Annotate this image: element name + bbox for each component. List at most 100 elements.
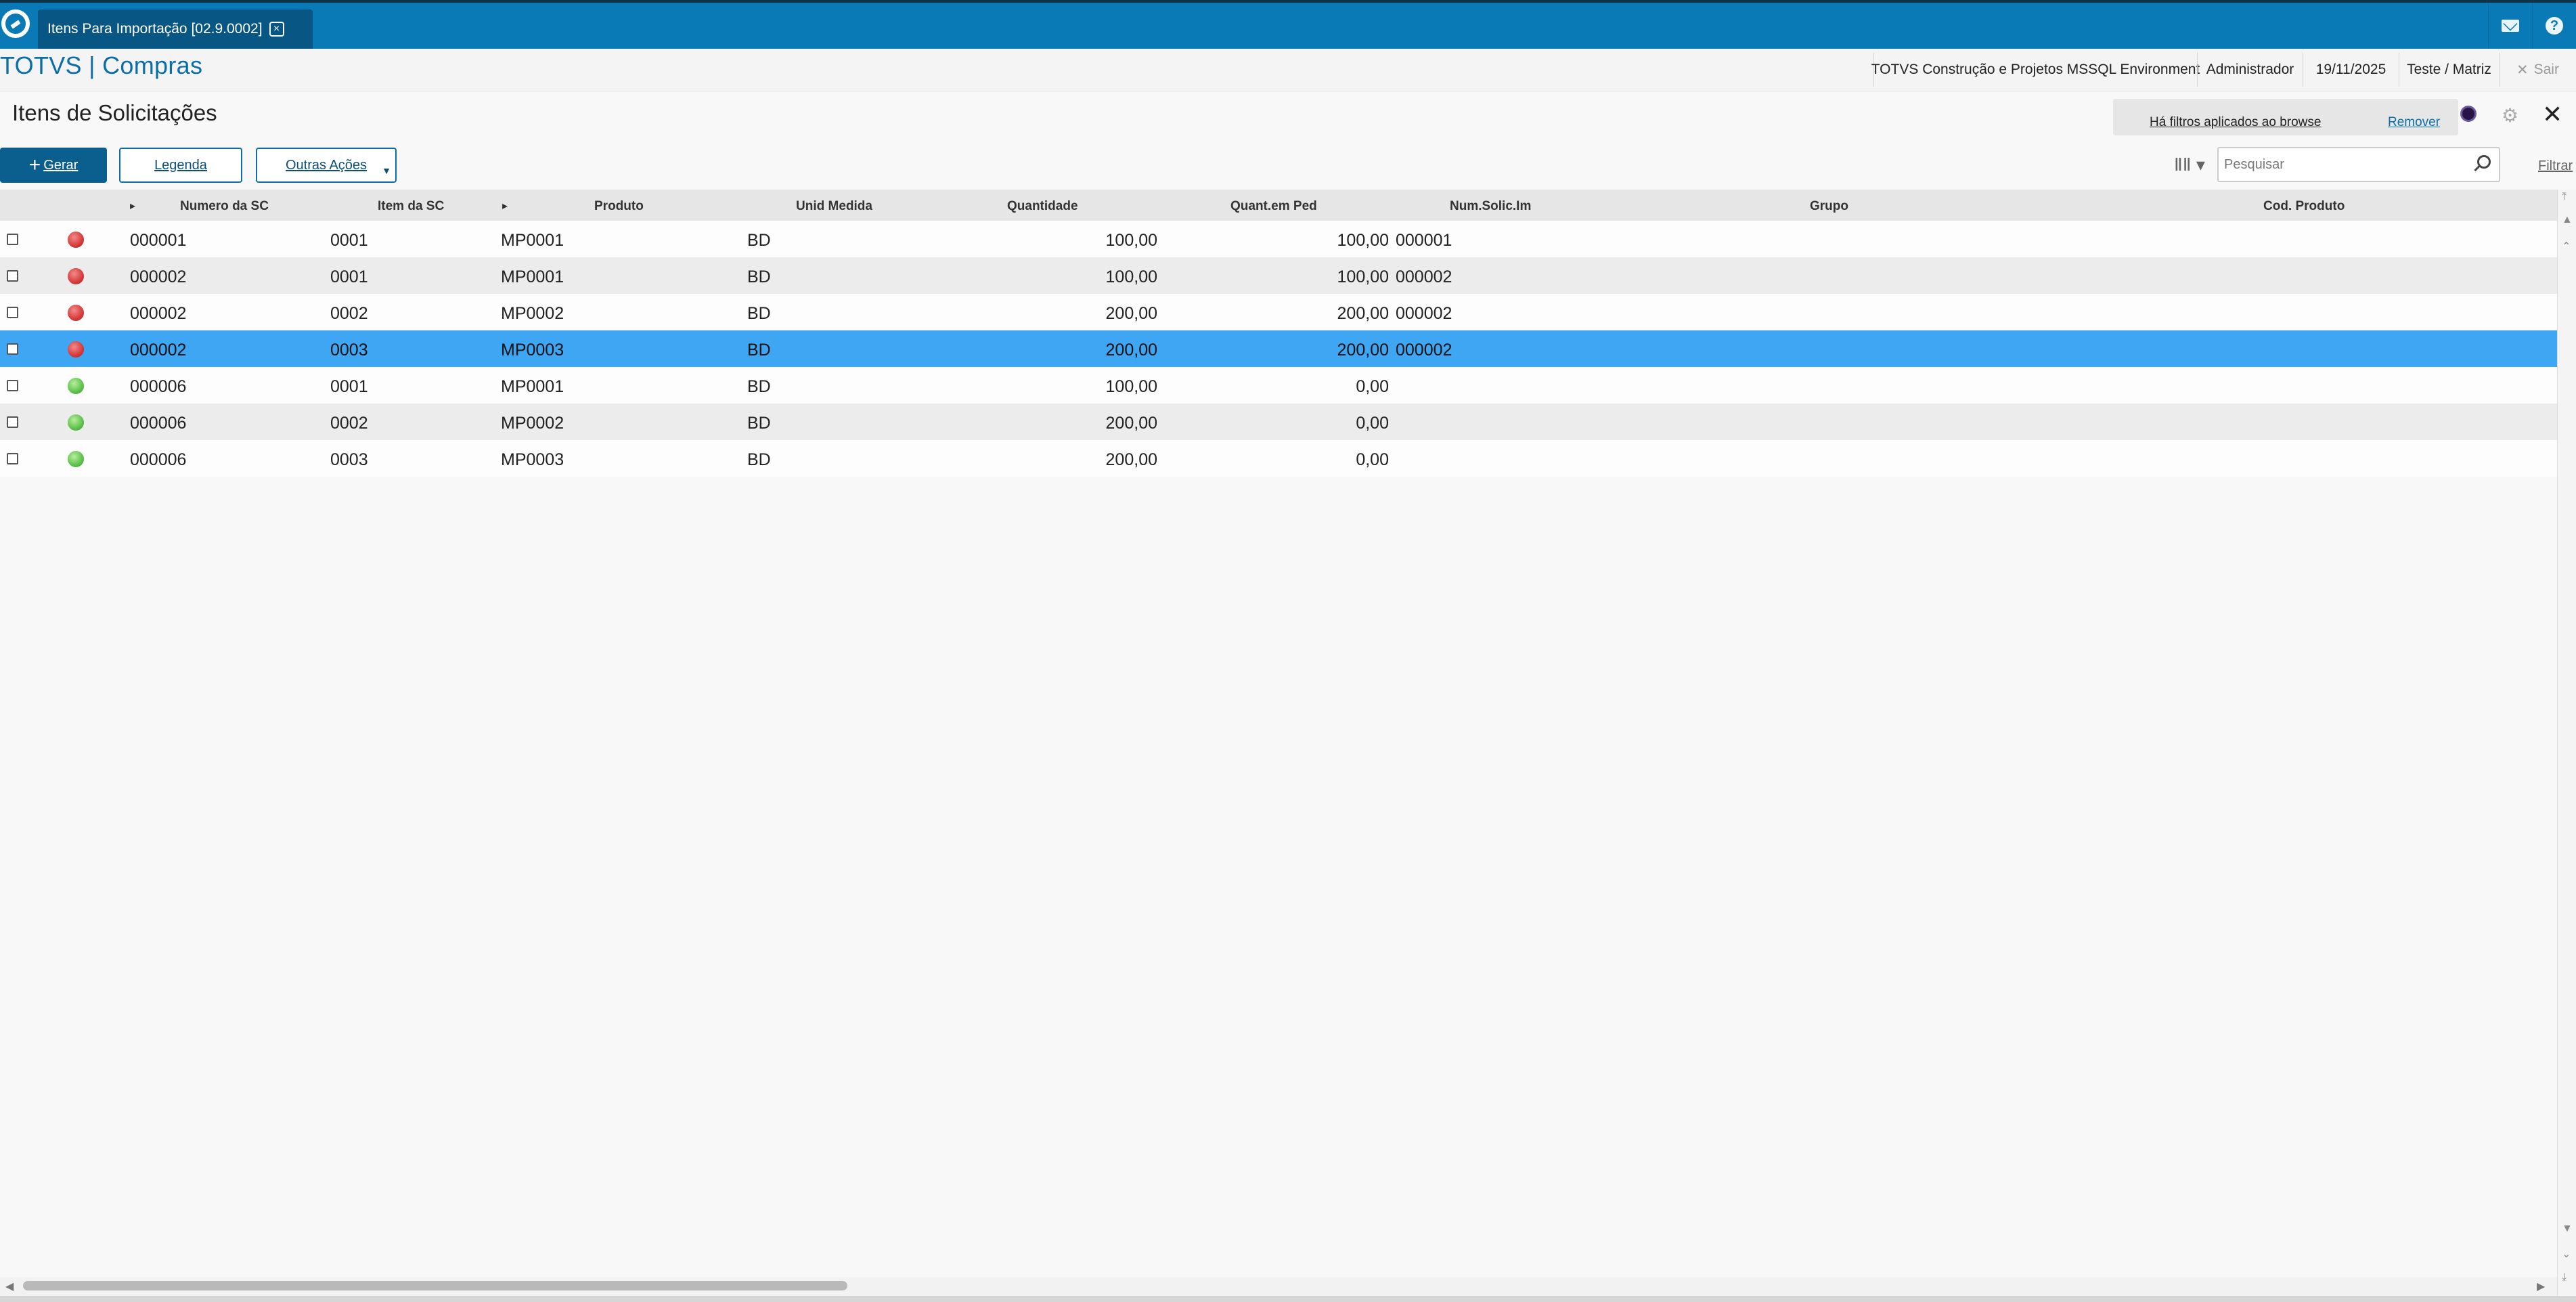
close-icon: ✕	[2516, 62, 2529, 78]
remove-filter-link[interactable]: Remover	[2388, 115, 2440, 130]
cell-quantidade: 100,00	[1105, 231, 1157, 250]
row-checkbox[interactable]	[7, 380, 18, 391]
col-produto[interactable]: Produto	[594, 199, 644, 214]
date-label[interactable]: 19/11/2025	[2303, 53, 2399, 87]
cell-produto: MP0003	[501, 341, 564, 360]
table-row[interactable]: 000001 0001 MP0001 BD 100,00 100,00 0000…	[0, 221, 2557, 257]
row-checkbox[interactable]	[7, 453, 18, 464]
scroll-down-icon[interactable]: ▼	[2562, 1223, 2573, 1235]
environment-label[interactable]: TOTVS Construção e Projetos MSSQL Enviro…	[1871, 53, 2200, 87]
cell-quant-ped: 100,00	[1337, 231, 1389, 250]
cell-quant-ped: 0,00	[1356, 377, 1389, 396]
table-row[interactable]: 000006 0001 MP0001 BD 100,00 0,00	[0, 367, 2557, 404]
table-row[interactable]: 000006 0003 MP0003 BD 200,00 0,00	[0, 440, 2557, 477]
cell-numero: 000002	[130, 341, 187, 360]
row-checkbox[interactable]	[7, 343, 18, 355]
gerar-button[interactable]: + Gerar	[0, 148, 107, 183]
envelope-icon	[2502, 20, 2519, 32]
mail-button[interactable]	[2488, 3, 2532, 49]
cell-num-solic: 000002	[1396, 267, 1452, 286]
help-icon: ?	[2546, 17, 2563, 35]
gear-icon[interactable]: ⚙	[2502, 104, 2518, 127]
table-row[interactable]: 000002 0001 MP0001 BD 100,00 100,00 0000…	[0, 257, 2557, 294]
table-row[interactable]: 000006 0002 MP0002 BD 200,00 0,00	[0, 404, 2557, 440]
legenda-label: Legenda	[154, 157, 207, 173]
cell-unid: BD	[747, 231, 771, 250]
gerar-label: Gerar	[43, 157, 79, 173]
col-cod-produto[interactable]: Cod. Produto	[2263, 199, 2345, 214]
exit-button[interactable]: ✕ Sair	[2499, 53, 2576, 87]
scroll-left-icon[interactable]: ◀	[5, 1280, 14, 1293]
cell-quantidade: 100,00	[1105, 377, 1157, 396]
row-checkbox[interactable]	[7, 270, 18, 282]
cell-quant-ped: 0,00	[1356, 450, 1389, 469]
status-green-icon	[68, 451, 84, 467]
search-icon[interactable]	[2477, 155, 2491, 169]
search-input[interactable]	[2223, 156, 2469, 173]
cell-item: 0003	[330, 341, 368, 360]
cell-numero: 000006	[130, 450, 187, 469]
legenda-button[interactable]: Legenda	[119, 148, 242, 183]
page-title: Itens de Solicitações	[12, 100, 217, 125]
scroll-page-up-icon[interactable]: ⌃	[2562, 240, 2571, 253]
close-icon[interactable]: ×	[269, 22, 284, 37]
cell-produto: MP0002	[501, 304, 564, 323]
branch-label[interactable]: Teste / Matriz	[2399, 53, 2499, 87]
close-page-button[interactable]: ✕	[2542, 100, 2562, 129]
horizontal-scroll-thumb[interactable]	[23, 1281, 847, 1290]
col-unid-medida[interactable]: Unid Medida	[796, 199, 872, 214]
cell-item: 0003	[330, 450, 368, 469]
row-checkbox[interactable]	[7, 234, 18, 245]
cell-numero: 000006	[130, 414, 187, 433]
plus-icon: +	[28, 154, 41, 176]
scroll-up-icon[interactable]: ▲	[2562, 214, 2573, 226]
user-label[interactable]: Administrador	[2197, 53, 2303, 87]
row-checkbox[interactable]	[7, 416, 18, 428]
cell-unid: BD	[747, 341, 771, 360]
cell-unid: BD	[747, 377, 771, 396]
scroll-page-down-icon[interactable]: ⌄	[2562, 1247, 2571, 1261]
cell-numero: 000002	[130, 304, 187, 323]
vertical-scrollbar[interactable]: ⤒ ▲ ⌃ ▼ ⌄ ⤓	[2557, 190, 2576, 1297]
scroll-bottom-icon[interactable]: ⤓	[2562, 1272, 2567, 1284]
cell-quant-ped: 200,00	[1337, 304, 1389, 323]
filter-notice-link[interactable]: Há filtros aplicados ao browse	[2150, 115, 2321, 130]
search-box[interactable]	[2217, 147, 2500, 182]
bottom-bar	[0, 1296, 2576, 1302]
status-green-icon	[68, 414, 84, 431]
col-quant-em-ped[interactable]: Quant.em Ped	[1230, 199, 1317, 214]
exit-label: Sair	[2533, 62, 2559, 77]
header-bar: Itens Para Importação [02.9.0002] ×	[0, 3, 2576, 49]
table-row-selected[interactable]: 000002 0003 MP0003 BD 200,00 200,00 0000…	[0, 330, 2557, 367]
scroll-top-icon[interactable]: ⤒	[2562, 191, 2567, 203]
col-quantidade[interactable]: Quantidade	[1007, 199, 1078, 214]
col-numero-sc[interactable]: Numero da SC	[180, 199, 269, 214]
cell-numero: 000001	[130, 231, 187, 250]
table-row[interactable]: 000002 0002 MP0002 BD 200,00 200,00 0000…	[0, 294, 2557, 330]
filtrar-link[interactable]: Filtrar	[2538, 158, 2573, 174]
cell-quant-ped: 200,00	[1337, 341, 1389, 360]
outras-acoes-button[interactable]: Outras Ações ▼	[256, 148, 397, 183]
app-bar: TOTVS | Compras TOTVS Construção e Proje…	[0, 49, 2576, 91]
status-red-icon	[68, 305, 84, 321]
help-button[interactable]: ?	[2532, 3, 2576, 49]
cell-unid: BD	[747, 450, 771, 469]
col-item-sc[interactable]: Item da SC	[378, 199, 444, 214]
horizontal-scrollbar[interactable]: ◀ ▶	[0, 1277, 2557, 1296]
cell-unid: BD	[747, 304, 771, 323]
cell-item: 0002	[330, 414, 368, 433]
cell-produto: MP0001	[501, 377, 564, 396]
grid-header: ▸ Numero da SC Item da SC ▸ Produto Unid…	[0, 190, 2557, 221]
sort-arrow-icon[interactable]: ▸	[502, 199, 508, 213]
totvs-logo-icon[interactable]	[1, 9, 30, 38]
data-grid: ▸ Numero da SC Item da SC ▸ Produto Unid…	[0, 190, 2557, 477]
column-picker-icon[interactable]: ⅡⅡ ▾	[2174, 154, 2205, 175]
row-checkbox[interactable]	[7, 307, 18, 318]
col-grupo[interactable]: Grupo	[1810, 199, 1848, 214]
sort-arrow-icon[interactable]: ▸	[130, 199, 135, 213]
circle-icon[interactable]	[2460, 106, 2477, 122]
scroll-right-icon[interactable]: ▶	[2537, 1280, 2545, 1293]
tab-itens-para-importacao[interactable]: Itens Para Importação [02.9.0002] ×	[38, 9, 313, 49]
col-num-solic-im[interactable]: Num.Solic.Im	[1450, 199, 1531, 214]
cell-num-solic: 000002	[1396, 341, 1452, 360]
